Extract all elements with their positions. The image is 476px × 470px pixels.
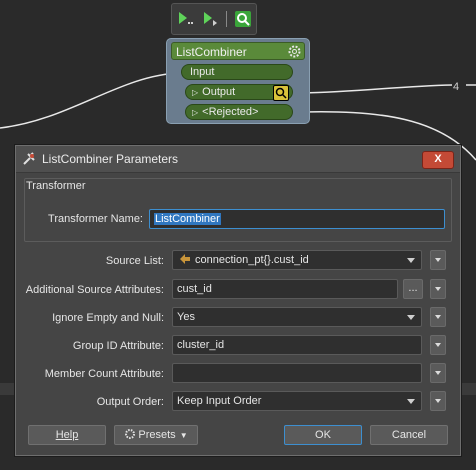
close-button[interactable]: X <box>422 151 454 169</box>
listcombiner-transformer-node[interactable]: ListCombiner Input ▷ Output ▷ <Rejected> <box>166 38 310 124</box>
port-output-label: Output <box>202 86 236 98</box>
run-to-this-icon[interactable] <box>176 10 194 28</box>
ignore-empty-label: Ignore Empty and Null: <box>52 312 164 324</box>
additional-attributes-menu-button[interactable] <box>430 279 446 299</box>
gear-icon <box>125 429 136 439</box>
ignore-empty-select[interactable]: Yes <box>172 307 422 327</box>
source-list-value: connection_pt{}.cust_id <box>195 254 309 266</box>
group-id-menu-button[interactable] <box>430 335 446 355</box>
output-order-label: Output Order: <box>96 396 164 408</box>
expand-triangle-icon: ▷ <box>192 108 199 117</box>
port-rejected[interactable]: ▷ <Rejected> <box>185 104 293 120</box>
help-button[interactable]: Help <box>28 425 106 445</box>
dialog-title: ListCombiner Parameters <box>42 152 179 166</box>
source-list-label: Source List: <box>105 255 164 267</box>
parameters-dialog: ListCombiner Parameters X Transformer Tr… <box>15 145 461 456</box>
group-id-field[interactable]: cluster_id <box>172 335 422 355</box>
chevron-down-icon <box>435 258 441 262</box>
chevron-down-icon <box>435 343 441 347</box>
feature-inspect-icon[interactable] <box>273 85 289 101</box>
run-from-this-icon[interactable] <box>201 10 219 28</box>
chevron-down-icon <box>435 315 441 319</box>
transformer-icon <box>23 152 35 165</box>
member-count-field[interactable] <box>172 363 422 383</box>
transformer-name-field[interactable]: ListCombiner <box>149 209 445 229</box>
member-count-menu-button[interactable] <box>430 363 446 383</box>
gear-icon[interactable] <box>287 44 302 59</box>
group-id-value: cluster_id <box>177 339 225 351</box>
ok-button[interactable]: OK <box>284 425 362 445</box>
node-title[interactable]: ListCombiner <box>171 42 305 60</box>
chevron-down-icon <box>435 371 441 375</box>
ignore-empty-menu-button[interactable] <box>430 307 446 327</box>
additional-attributes-field[interactable]: cust_id <box>172 279 398 299</box>
inspect-cache-icon[interactable] <box>234 10 252 28</box>
chevron-down-icon <box>435 399 441 403</box>
member-count-label: Member Count Attribute: <box>44 368 164 380</box>
ignore-empty-value: Yes <box>177 311 195 323</box>
output-order-value: Keep Input Order <box>177 395 262 407</box>
attribute-arrow-icon <box>180 254 190 264</box>
node-title-text: ListCombiner <box>176 45 247 59</box>
presets-button[interactable]: Presets ▼ <box>114 425 198 445</box>
additional-attributes-label: Additional Source Attributes: <box>25 284 164 296</box>
transformer-name-value: ListCombiner <box>154 213 221 225</box>
help-button-label: Help <box>55 429 79 441</box>
node-quick-toolbar <box>171 3 257 35</box>
chevron-down-icon <box>435 287 441 291</box>
output-order-menu-button[interactable] <box>430 391 446 411</box>
chevron-down-icon <box>407 315 415 320</box>
chevron-down-icon: ▼ <box>179 431 188 440</box>
chevron-down-icon <box>407 258 415 263</box>
chevron-down-icon <box>407 399 415 404</box>
transformer-group: Transformer Name: ListCombiner <box>24 178 452 242</box>
source-list-select[interactable]: connection_pt{}.cust_id <box>172 250 422 270</box>
source-list-menu-button[interactable] <box>430 250 446 270</box>
toolbar-separator <box>226 11 228 27</box>
browse-attributes-button[interactable]: ... <box>403 279 423 299</box>
output-order-select[interactable]: Keep Input Order <box>172 391 422 411</box>
additional-attributes-value: cust_id <box>177 283 212 295</box>
connection-feature-count: 4 <box>453 81 460 93</box>
presets-button-label: Presets <box>138 429 176 441</box>
port-input[interactable]: Input <box>181 64 293 80</box>
transformer-name-label: Transformer Name: <box>48 213 143 225</box>
dialog-titlebar[interactable]: ListCombiner Parameters X <box>16 146 460 173</box>
cancel-button[interactable]: Cancel <box>370 425 448 445</box>
port-rejected-label: <Rejected> <box>202 106 259 118</box>
expand-triangle-icon: ▷ <box>192 88 199 97</box>
port-input-label: Input <box>190 66 215 78</box>
group-id-label: Group ID Attribute: <box>72 340 164 352</box>
